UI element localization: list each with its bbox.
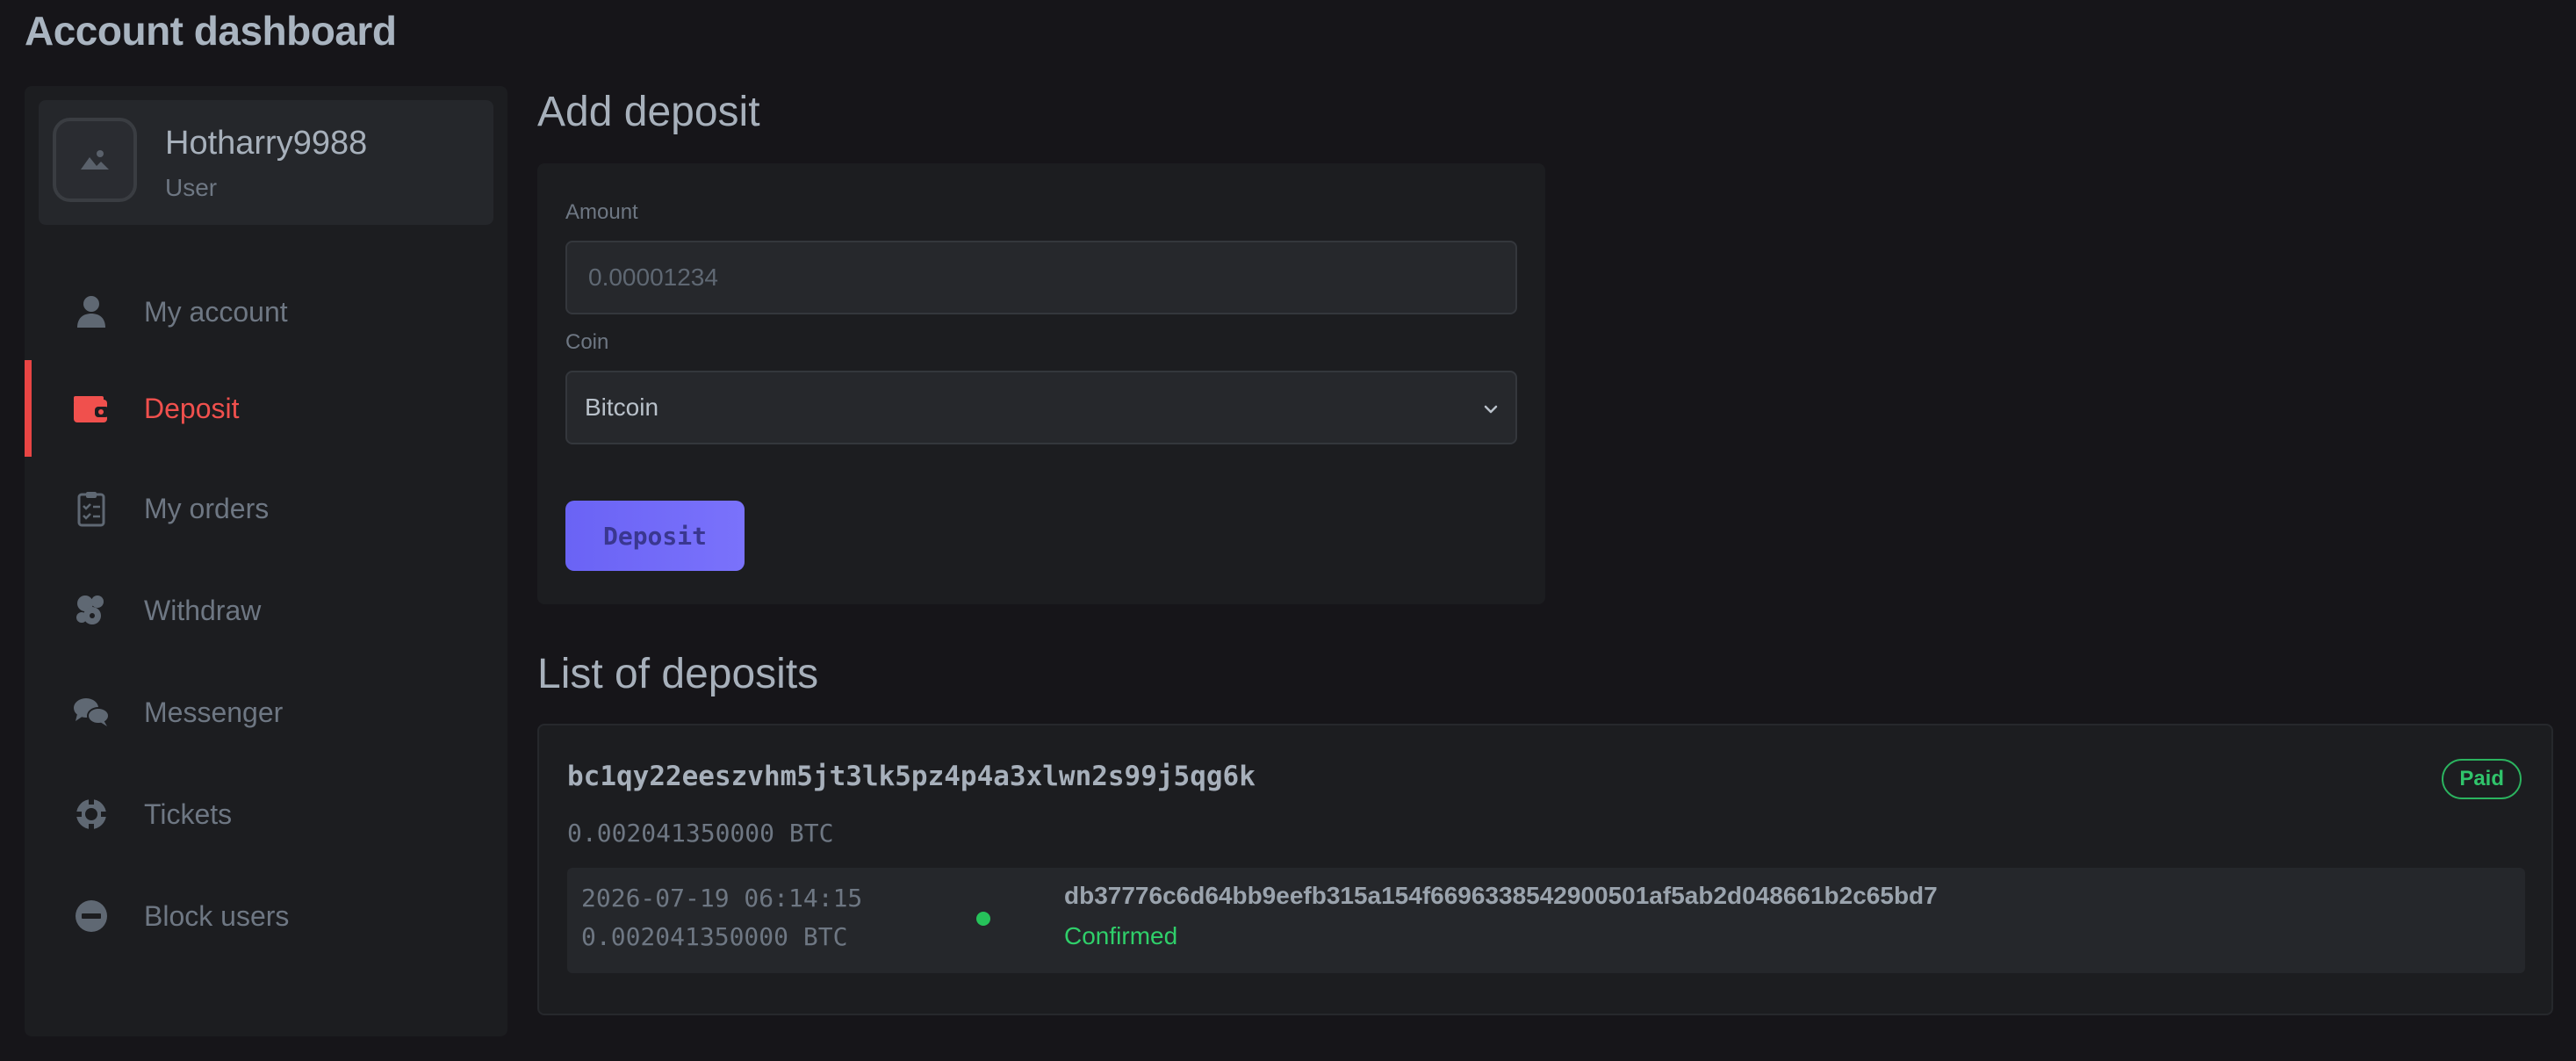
- user-name: Hotharry9988: [165, 125, 368, 162]
- user-role: User: [165, 174, 218, 201]
- coin-select-value: Bitcoin: [585, 393, 659, 421]
- clipboard-list-icon: [70, 487, 112, 530]
- money-send-icon: [70, 589, 112, 632]
- sidebar-item-block-users[interactable]: Block users: [25, 868, 507, 964]
- sidebar: Hotharry9988 User My account Deposit My …: [25, 86, 507, 1036]
- transaction-status: Confirmed: [1064, 922, 1178, 949]
- deposit-form: Amount Coin Bitcoin Deposit: [537, 163, 1545, 604]
- chevron-down-icon: [1484, 405, 1498, 414]
- sidebar-item-messenger[interactable]: Messenger: [25, 664, 507, 761]
- sidebar-item-withdraw[interactable]: Withdraw: [25, 562, 507, 659]
- add-deposit-title: Add deposit: [537, 89, 760, 135]
- status-dot-icon: [976, 912, 990, 926]
- list-of-deposits-title: List of deposits: [537, 651, 819, 697]
- deposit-address: bc1qy22eeszvhm5jt3lk5pz4p4a3xlwn2s99j5qg…: [567, 761, 1256, 792]
- transaction-date: 2026-07-19 06:14:15: [581, 884, 863, 913]
- avatar: [53, 118, 137, 202]
- wallet-icon: [70, 387, 112, 429]
- user-card: Hotharry9988 User: [39, 100, 493, 225]
- sidebar-item-label: My account: [144, 295, 288, 328]
- sidebar-item-deposit[interactable]: Deposit: [25, 360, 507, 457]
- sidebar-item-label: Block users: [144, 899, 290, 932]
- sidebar-item-label: Messenger: [144, 696, 284, 728]
- amount-input[interactable]: [567, 242, 1515, 313]
- deposit-button[interactable]: Deposit: [565, 501, 745, 571]
- chat-bubbles-icon: [70, 691, 112, 733]
- amount-field: [565, 241, 1517, 314]
- transaction-amount: 0.002041350000 BTC: [581, 922, 848, 951]
- sidebar-item-label: Deposit: [144, 392, 240, 424]
- user-icon: [70, 291, 112, 333]
- lifebuoy-icon: [70, 793, 112, 835]
- page-title: Account dashboard: [25, 8, 397, 54]
- sidebar-item-my-orders[interactable]: My orders: [25, 460, 507, 557]
- image-placeholder-icon: [81, 150, 109, 170]
- coin-label: Coin: [565, 330, 609, 354]
- sidebar-item-label: Withdraw: [144, 594, 262, 626]
- amount-label: Amount: [565, 200, 638, 224]
- block-icon: [70, 895, 112, 937]
- sidebar-item-label: My orders: [144, 492, 270, 524]
- status-badge: Paid: [2442, 759, 2522, 799]
- sidebar-item-label: Tickets: [144, 798, 233, 830]
- transaction-row: 2026-07-19 06:14:15 0.002041350000 BTC d…: [567, 868, 2525, 973]
- sidebar-item-tickets[interactable]: Tickets: [25, 766, 507, 863]
- deposit-amount: 0.002041350000 BTC: [567, 819, 834, 848]
- deposit-list-item: bc1qy22eeszvhm5jt3lk5pz4p4a3xlwn2s99j5qg…: [537, 724, 2553, 1015]
- transaction-hash: db37776c6d64bb9eefb315a154f6696338542900…: [1064, 882, 1938, 909]
- coin-select[interactable]: Bitcoin: [565, 371, 1517, 444]
- sidebar-item-my-account[interactable]: My account: [25, 263, 507, 360]
